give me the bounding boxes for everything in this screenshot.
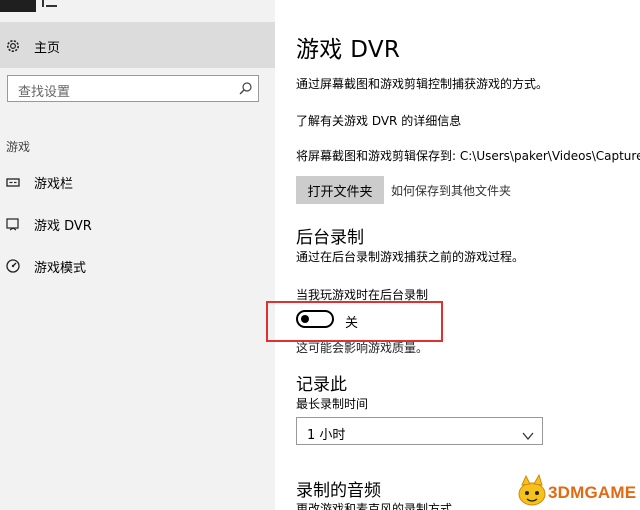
sidebar-item-label: 游戏栏 [34,177,74,192]
sidebar-item-home[interactable]: 主页 [0,22,275,68]
selected-value: 1 小时 [307,428,346,443]
gear-icon [5,38,21,54]
highlight-box [266,301,443,342]
dvr-icon [5,216,21,232]
page-description: 通过屏幕截图和游戏剪辑控制捕获游戏的方式。 [296,77,549,91]
learn-more-link[interactable]: 了解有关游戏 DVR 的详细信息 [296,112,461,129]
sidebar-item-label: 游戏 DVR [34,219,92,234]
record-this-heading: 记录此 [296,375,347,395]
watermark-text: 3DMGAME [548,483,637,502]
window-title-fragment [40,0,58,8]
watermark-logo-icon [512,473,552,510]
sidebar-item-label: 主页 [34,41,61,56]
search-input[interactable]: 查找设置 [7,75,259,102]
chevron-down-icon [522,426,534,441]
sidebar-item-gamedvr[interactable]: 游戏 DVR [0,207,275,241]
back-button[interactable] [0,0,36,12]
sidebar: 主页 查找设置 游戏 游戏栏 游戏 DVR 游戏模式 [0,0,275,510]
other-folder-link[interactable]: 如何保存到其他文件夹 [391,182,511,199]
gamebar-icon [5,174,21,190]
gamemode-icon [5,258,21,274]
recorded-audio-heading: 录制的音频 [296,481,381,501]
sidebar-item-label: 游戏模式 [34,261,87,276]
background-recording-description: 通过在后台录制游戏捕获之前的游戏过程。 [296,250,525,264]
open-folder-button[interactable]: 打开文件夹 [296,176,384,204]
background-recording-heading: 后台录制 [296,228,364,248]
sidebar-item-gamebar[interactable]: 游戏栏 [0,165,275,199]
max-recording-time-select[interactable]: 1 小时 [296,417,543,445]
save-path-text: 将屏幕截图和游戏剪辑保存到: C:\Users\paker\Videos\Cap… [296,149,640,163]
search-icon[interactable] [238,81,253,96]
max-recording-time-label: 最长录制时间 [296,397,369,411]
quality-warning: 这可能会影响游戏质量。 [296,341,429,355]
sidebar-section-label: 游戏 [6,140,31,154]
recorded-audio-description: 更改游戏和麦克风的录制方式 [296,502,453,510]
sidebar-item-gamemode[interactable]: 游戏模式 [0,249,275,283]
page-title: 游戏 DVR [296,37,401,63]
search-placeholder: 查找设置 [18,85,71,100]
